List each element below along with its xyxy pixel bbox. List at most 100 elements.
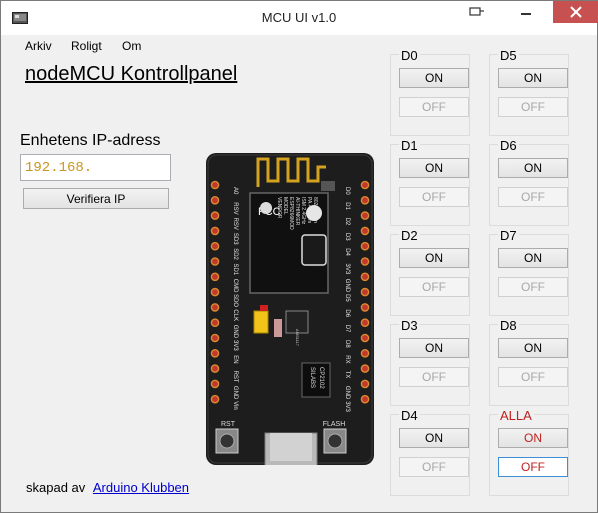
d2-on-button[interactable]: ON xyxy=(399,248,469,268)
pin-hole xyxy=(360,379,370,389)
pin-hole xyxy=(360,211,370,220)
pin-hole xyxy=(360,318,370,327)
verify-ip-button[interactable]: Verifiera IP xyxy=(23,188,169,209)
d5-on-button[interactable]: ON xyxy=(498,68,568,88)
pin-label: GND xyxy=(344,279,350,293)
pin-group-d4: D4 ON OFF xyxy=(390,408,470,496)
pin-label: D0 xyxy=(344,187,350,195)
pin-hole xyxy=(360,257,370,266)
pin-hole xyxy=(360,272,370,282)
alla-on-button[interactable]: ON xyxy=(498,428,568,448)
d2-off-button[interactable]: OFF xyxy=(399,277,469,297)
chip-text-line: ISM 2.4GHz xyxy=(300,197,306,225)
pin-hole xyxy=(210,303,220,312)
pin-hole xyxy=(210,180,220,190)
pin-label: EN xyxy=(232,355,238,363)
pin-label: RSV xyxy=(232,218,238,230)
pin-label: RX xyxy=(344,355,350,363)
d4-off-button[interactable]: OFF xyxy=(399,457,469,477)
d8-off-button[interactable]: OFF xyxy=(498,367,568,387)
pin-label: D2 xyxy=(344,218,350,226)
pin-label: GND xyxy=(344,386,350,400)
d6-off-button[interactable]: OFF xyxy=(498,187,568,207)
pin-label: CMD xyxy=(232,279,238,293)
pin-label: A0 xyxy=(232,187,238,195)
pin-hole xyxy=(210,196,220,205)
logo-fcc xyxy=(260,202,272,214)
pin-group-d7: D7 ON OFF xyxy=(489,228,569,316)
pin-label: GND xyxy=(232,386,238,400)
pin-hole xyxy=(360,180,370,190)
pin-group-alla: ALLA ON OFF xyxy=(489,408,569,496)
menu-item-om[interactable]: Om xyxy=(122,39,141,53)
chip-text-line: MODEL xyxy=(282,197,288,215)
pin-label: D1 xyxy=(344,202,350,210)
usb-chip-text-line: CP2102 xyxy=(318,367,324,389)
alla-off-button[interactable]: OFF xyxy=(498,457,568,477)
d6-on-button[interactable]: ON xyxy=(498,158,568,178)
pin-label: D4 xyxy=(344,248,350,256)
d1-on-button[interactable]: ON xyxy=(399,158,469,178)
pin-hole xyxy=(210,287,220,297)
pin-label: 3V3 xyxy=(344,264,350,275)
pin-label: GND xyxy=(232,325,238,339)
pin-hole xyxy=(360,196,370,205)
menu-item-arkiv[interactable]: Arkiv xyxy=(25,39,52,53)
pin-hole xyxy=(210,272,220,282)
pin-hole xyxy=(360,226,370,236)
d7-on-button[interactable]: ON xyxy=(498,248,568,268)
rst-label: RST xyxy=(221,421,236,428)
d3-on-button[interactable]: ON xyxy=(399,338,469,358)
pin-group-d1: D1 ON OFF xyxy=(390,138,470,226)
pin-label: D5 xyxy=(344,294,350,302)
pin-label: RST xyxy=(232,371,238,383)
pin-label: D8 xyxy=(344,340,350,348)
pin-hole xyxy=(210,364,220,373)
pin-group-label-d0: D0 xyxy=(399,48,420,63)
chip-text-line: VENDOR xyxy=(276,197,282,219)
pin-label: SD1 xyxy=(232,264,238,276)
menu-item-roligt[interactable]: Roligt xyxy=(71,39,102,53)
d0-on-button[interactable]: ON xyxy=(399,68,469,88)
pin-group-label-d4: D4 xyxy=(399,408,420,423)
window-title: MCU UI v1.0 xyxy=(261,10,337,25)
d7-off-button[interactable]: OFF xyxy=(498,277,568,297)
pin-group-label-alla: ALLA xyxy=(498,408,534,423)
pin-hole xyxy=(210,226,220,236)
pin-group-d8: D8 ON OFF xyxy=(489,318,569,406)
pin-hole xyxy=(210,211,220,220)
pin-hole xyxy=(210,241,220,251)
close-icon xyxy=(569,6,582,18)
pin-label: D6 xyxy=(344,309,350,317)
d3-off-button[interactable]: OFF xyxy=(399,367,469,387)
pin-hole xyxy=(210,394,220,404)
pin-hole xyxy=(360,303,370,312)
pin-label: TX xyxy=(344,371,350,379)
d0-off-button[interactable]: OFF xyxy=(399,97,469,117)
minimize-button[interactable] xyxy=(512,1,540,23)
pin-hole xyxy=(360,241,370,251)
nodemcu-board-image: FCCVENDORMODELESP8266MODAI-THINKERISM 2.… xyxy=(206,153,374,465)
pin-group-d5: D5 ON OFF xyxy=(489,48,569,136)
restore-icon[interactable] xyxy=(467,1,487,23)
pin-label: 3V3 xyxy=(232,340,238,351)
d1-off-button[interactable]: OFF xyxy=(399,187,469,207)
d5-off-button[interactable]: OFF xyxy=(498,97,568,117)
pin-label: D7 xyxy=(344,325,350,333)
close-button[interactable] xyxy=(553,1,598,23)
d8-on-button[interactable]: ON xyxy=(498,338,568,358)
pin-label: SD2 xyxy=(232,248,238,260)
pin-hole xyxy=(360,333,370,343)
pin-group-label-d1: D1 xyxy=(399,138,420,153)
d4-on-button[interactable]: ON xyxy=(399,428,469,448)
arduino-klubben-link[interactable]: Arduino Klubben xyxy=(93,480,189,495)
pin-hole xyxy=(210,348,220,358)
ip-label: Enhetens IP-adress xyxy=(20,132,161,149)
page-title: nodeMCU Kontrollpanel xyxy=(25,63,238,85)
regulator-label: AMS1117 xyxy=(295,329,300,347)
pin-group-label-d2: D2 xyxy=(399,228,420,243)
ip-input[interactable] xyxy=(20,154,171,181)
pin-label: CLK xyxy=(232,309,238,321)
pin-label: SD3 xyxy=(232,233,238,245)
credit-text: skapad av xyxy=(26,480,86,495)
